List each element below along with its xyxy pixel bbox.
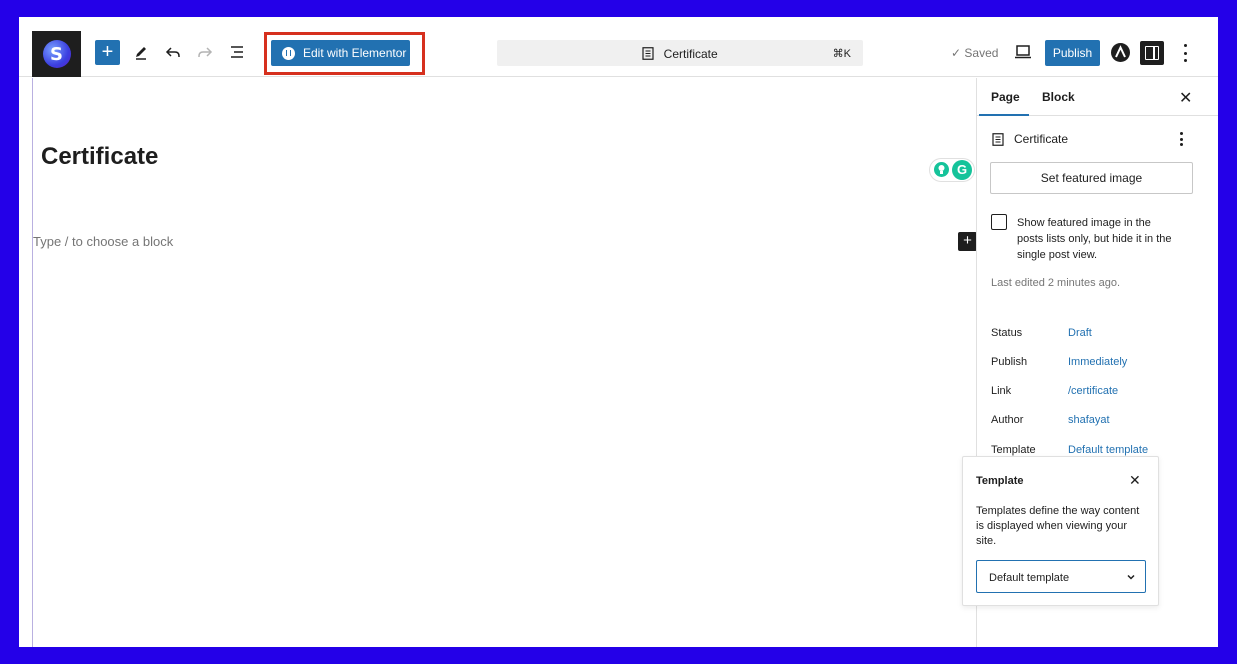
document-icon <box>992 132 1004 146</box>
template-select-value: Default template <box>989 572 1070 584</box>
chevron-down-icon <box>1127 574 1135 580</box>
document-summary: Certificate <box>992 132 1068 146</box>
site-logo[interactable]: S <box>32 31 81 77</box>
redo-icon[interactable] <box>194 41 216 63</box>
last-edited-text: Last edited 2 minutes ago. <box>991 277 1121 289</box>
template-select[interactable]: Default template <box>976 560 1146 593</box>
featured-image-checkbox[interactable] <box>991 214 1007 230</box>
editor-window: S + Edit with Elementor Certificate ⌘K ✓… <box>19 17 1218 647</box>
tab-block[interactable]: Block <box>1042 90 1075 104</box>
command-palette-bar[interactable]: Certificate ⌘K <box>497 40 863 66</box>
close-sidebar-icon[interactable]: ✕ <box>1179 88 1192 108</box>
edit-with-elementor-button[interactable]: Edit with Elementor <box>271 40 410 66</box>
grammarly-icon: G <box>952 160 972 180</box>
featured-image-checkbox-label: Show featured image in the posts lists o… <box>1017 217 1172 261</box>
undo-icon[interactable] <box>162 41 184 63</box>
popover-description: Templates define the way content is disp… <box>976 505 1140 547</box>
document-more-icon[interactable] <box>1180 132 1184 146</box>
command-bar-title: Certificate <box>663 47 718 61</box>
command-bar-shortcut: ⌘K <box>832 48 851 60</box>
link-value-link[interactable]: /certificate <box>1068 385 1118 397</box>
block-inserter-button[interactable]: + <box>95 40 120 65</box>
settings-sidebar-icon[interactable] <box>1140 41 1164 65</box>
block-placeholder[interactable]: Type / to choose a block <box>33 234 173 249</box>
site-logo-icon: S <box>42 40 71 68</box>
document-title: Certificate <box>1014 132 1069 146</box>
pencil-icon[interactable] <box>130 41 152 63</box>
list-view-icon[interactable] <box>226 41 248 63</box>
status-value-link[interactable]: Draft <box>1068 327 1092 339</box>
page-title[interactable]: Certificate <box>41 143 158 171</box>
publish-button[interactable]: Publish <box>1045 40 1100 66</box>
grammarly-widget[interactable]: G <box>930 159 974 181</box>
more-vertical-icon[interactable] <box>1180 44 1190 62</box>
meta-key: Status <box>991 327 1023 339</box>
set-featured-image-button[interactable]: Set featured image <box>990 162 1193 194</box>
astra-icon[interactable] <box>1111 43 1130 62</box>
publish-value-link[interactable]: Immediately <box>1068 356 1127 368</box>
editor-header: S + Edit with Elementor Certificate ⌘K ✓… <box>19 17 1218 77</box>
tab-page[interactable]: Page <box>991 90 1020 104</box>
meta-key: Link <box>991 385 1012 397</box>
active-tab-indicator <box>979 114 1029 116</box>
desktop-preview-icon[interactable] <box>1014 45 1032 64</box>
edit-with-elementor-label: Edit with Elementor <box>303 46 407 60</box>
template-popover: Template ✕ Templates define the way cont… <box>962 456 1159 606</box>
meta-key: Template <box>991 444 1036 456</box>
document-icon <box>642 47 654 60</box>
inline-block-inserter-button[interactable]: + <box>958 232 977 251</box>
elementor-icon <box>282 46 295 60</box>
template-value-link[interactable]: Default template <box>1068 444 1148 456</box>
meta-key: Author <box>991 414 1024 426</box>
editor-canvas[interactable]: Certificate Type / to choose a block G + <box>32 78 977 647</box>
meta-key: Publish <box>991 356 1028 368</box>
popover-title: Template <box>976 475 1024 487</box>
lightbulb-icon <box>934 162 949 177</box>
saved-status: ✓ Saved <box>951 46 999 60</box>
sidebar-tabs: Page Block ✕ <box>977 78 1218 116</box>
author-value-link[interactable]: shafayat <box>1068 414 1110 426</box>
close-popover-icon[interactable]: ✕ <box>1129 472 1141 489</box>
